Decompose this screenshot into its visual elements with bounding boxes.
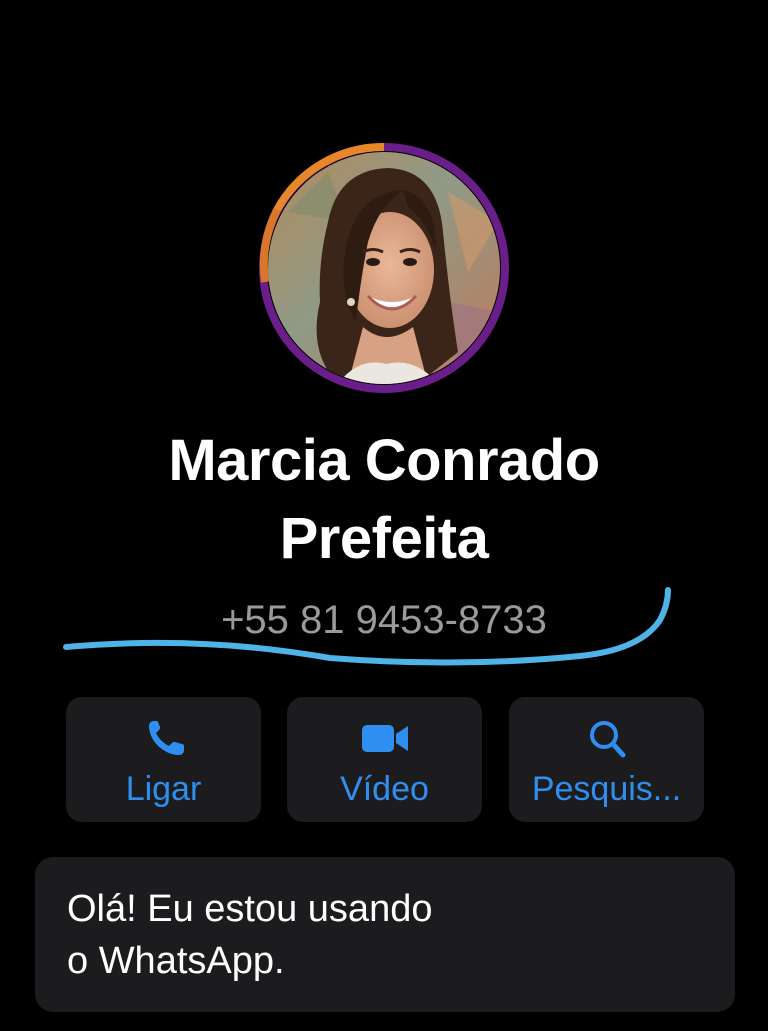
contact-avatar[interactable] — [258, 142, 510, 394]
phone-icon — [148, 721, 184, 755]
about-status-card[interactable]: Olá! Eu estou usando o WhatsApp. — [35, 857, 735, 1012]
contact-info-screen: { "contact": { "name_line1": "Marcia Con… — [0, 0, 768, 1031]
about-status-text: Olá! Eu estou usando o WhatsApp. — [67, 883, 667, 987]
contact-name: Marcia Conrado Prefeita — [0, 422, 768, 578]
contact-actions: Ligar Vídeo Pesquis... — [66, 697, 704, 822]
video-camera-icon — [361, 725, 408, 752]
about-status-line2: o WhatsApp. — [67, 940, 285, 982]
video-call-button[interactable]: Vídeo — [287, 697, 482, 822]
call-button-label: Ligar — [125, 770, 202, 808]
handwritten-underline-mark — [63, 587, 671, 666]
search-button[interactable]: Pesquis... — [509, 697, 704, 822]
profile-photo — [268, 152, 500, 384]
contact-name-line1: Marcia Conrado — [168, 428, 600, 493]
contact-name-line2: Prefeita — [279, 506, 489, 571]
search-button-label: Pesquis... — [531, 770, 682, 808]
search-icon — [589, 721, 625, 758]
about-status-line1: Olá! Eu estou usando — [67, 888, 433, 930]
call-button[interactable]: Ligar — [66, 697, 261, 822]
video-call-button-label: Vídeo — [340, 770, 429, 808]
